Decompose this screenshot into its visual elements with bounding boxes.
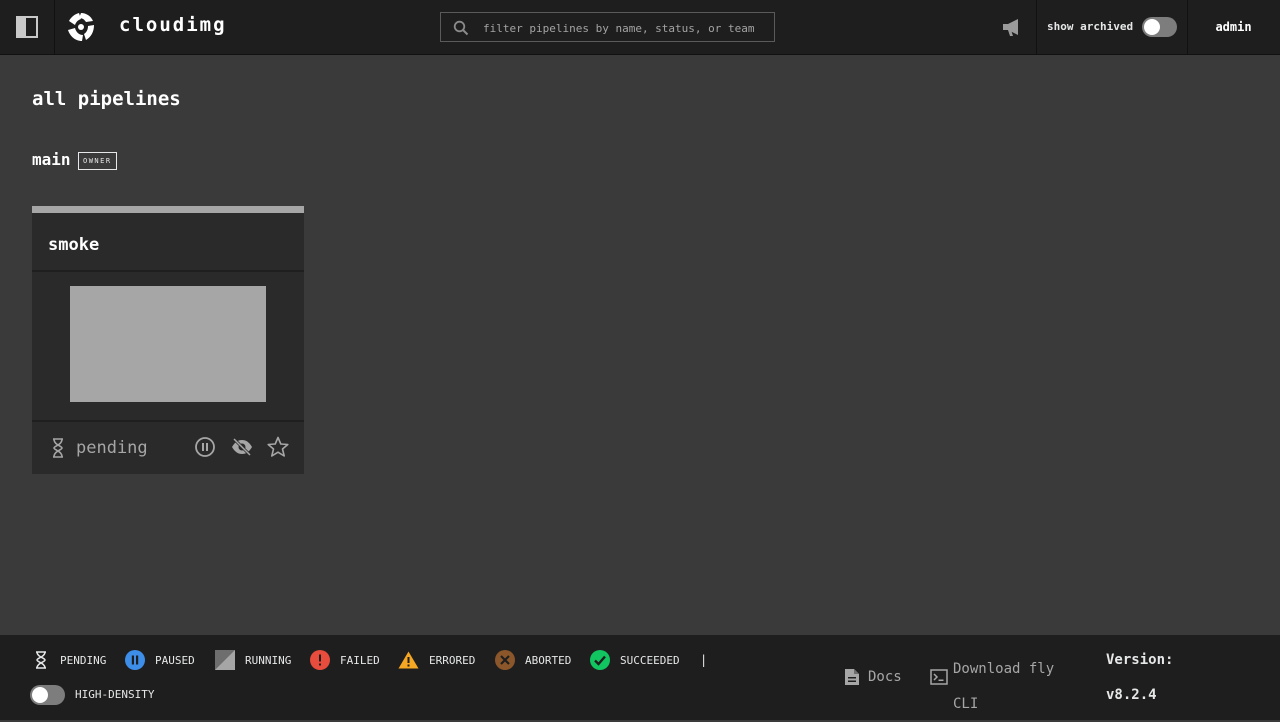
sidebar-toggle-button[interactable] <box>0 0 55 54</box>
toggle-knob <box>1144 19 1160 35</box>
legend-item-pending: PENDING <box>35 651 106 669</box>
pipeline-card-footer: pending <box>32 420 304 474</box>
pipeline-status-text: pending <box>76 438 148 458</box>
legend-item-failed: FAILED <box>310 650 380 670</box>
team-name: main <box>32 150 71 169</box>
show-archived-label: show archived <box>1047 20 1134 33</box>
high-density-toggle[interactable] <box>30 685 65 705</box>
pipeline-card[interactable]: smoke pending <box>32 206 304 474</box>
pipeline-card-header: smoke <box>32 213 304 272</box>
legend-label: SUCCEEDED <box>620 653 680 667</box>
legend-item-aborted: ABORTED <box>495 650 572 670</box>
pipeline-status-banner <box>32 206 304 213</box>
document-icon <box>845 669 859 685</box>
search-box[interactable] <box>440 12 775 43</box>
exclamation-circle-icon <box>310 650 330 670</box>
pipeline-name[interactable]: smoke <box>48 235 99 255</box>
check-circle-icon <box>590 650 610 670</box>
favorite-star-icon[interactable] <box>266 436 290 458</box>
page-title: all pipelines <box>32 88 181 110</box>
legend-item-errored: ERRORED <box>398 651 475 669</box>
legend-item-succeeded: SUCCEEDED <box>590 650 680 670</box>
show-archived-toggle[interactable] <box>1142 17 1177 37</box>
search-icon <box>453 20 469 36</box>
top-bar: cloudimg show archived admin <box>0 0 1280 55</box>
high-density-label: HIGH-DENSITY <box>75 688 155 701</box>
version-label: Version: <box>1106 652 1174 668</box>
hourglass-icon <box>36 651 46 669</box>
toggle-knob <box>32 687 48 703</box>
show-archived-section: show archived <box>1036 0 1188 54</box>
cloudimg-logo[interactable] <box>64 10 98 44</box>
pause-button-icon[interactable] <box>194 436 216 458</box>
owner-badge: OWNER <box>78 152 117 170</box>
app-title: cloudimg <box>119 14 227 36</box>
legend-item-paused: PAUSED <box>125 650 195 670</box>
sidebar-toggle-icon <box>16 16 38 38</box>
warning-triangle-icon <box>398 651 419 669</box>
legend-item-running: RUNNING <box>215 650 292 670</box>
legend-label: FAILED <box>340 653 380 667</box>
legend-separator: | <box>700 653 708 667</box>
legend-label: ABORTED <box>525 653 572 667</box>
terminal-icon <box>930 669 948 685</box>
docs-link[interactable]: Docs <box>844 668 902 686</box>
legend-label: PAUSED <box>155 653 195 667</box>
user-menu[interactable]: admin <box>1187 0 1280 54</box>
legend-label: PENDING <box>60 653 107 667</box>
hourglass-icon <box>53 438 63 458</box>
pause-circle-icon <box>125 650 145 670</box>
legend-label: RUNNING <box>245 653 292 667</box>
hide-pipeline-eye-slash-icon[interactable] <box>230 436 254 458</box>
megaphone-icon[interactable] <box>1000 15 1024 39</box>
docs-label: Docs <box>868 669 902 685</box>
x-circle-icon <box>495 650 515 670</box>
bottom-bar: PENDING PAUSED RUNNING FAILED ERRORED AB… <box>0 635 1280 720</box>
legend-label: ERRORED <box>429 653 476 667</box>
version-value: v8.2.4 <box>1106 687 1157 703</box>
running-icon <box>215 650 235 670</box>
download-fly-cli-label: Download fly CLI <box>953 661 1055 712</box>
pipeline-preview[interactable] <box>70 286 266 402</box>
search-input[interactable] <box>481 13 775 43</box>
